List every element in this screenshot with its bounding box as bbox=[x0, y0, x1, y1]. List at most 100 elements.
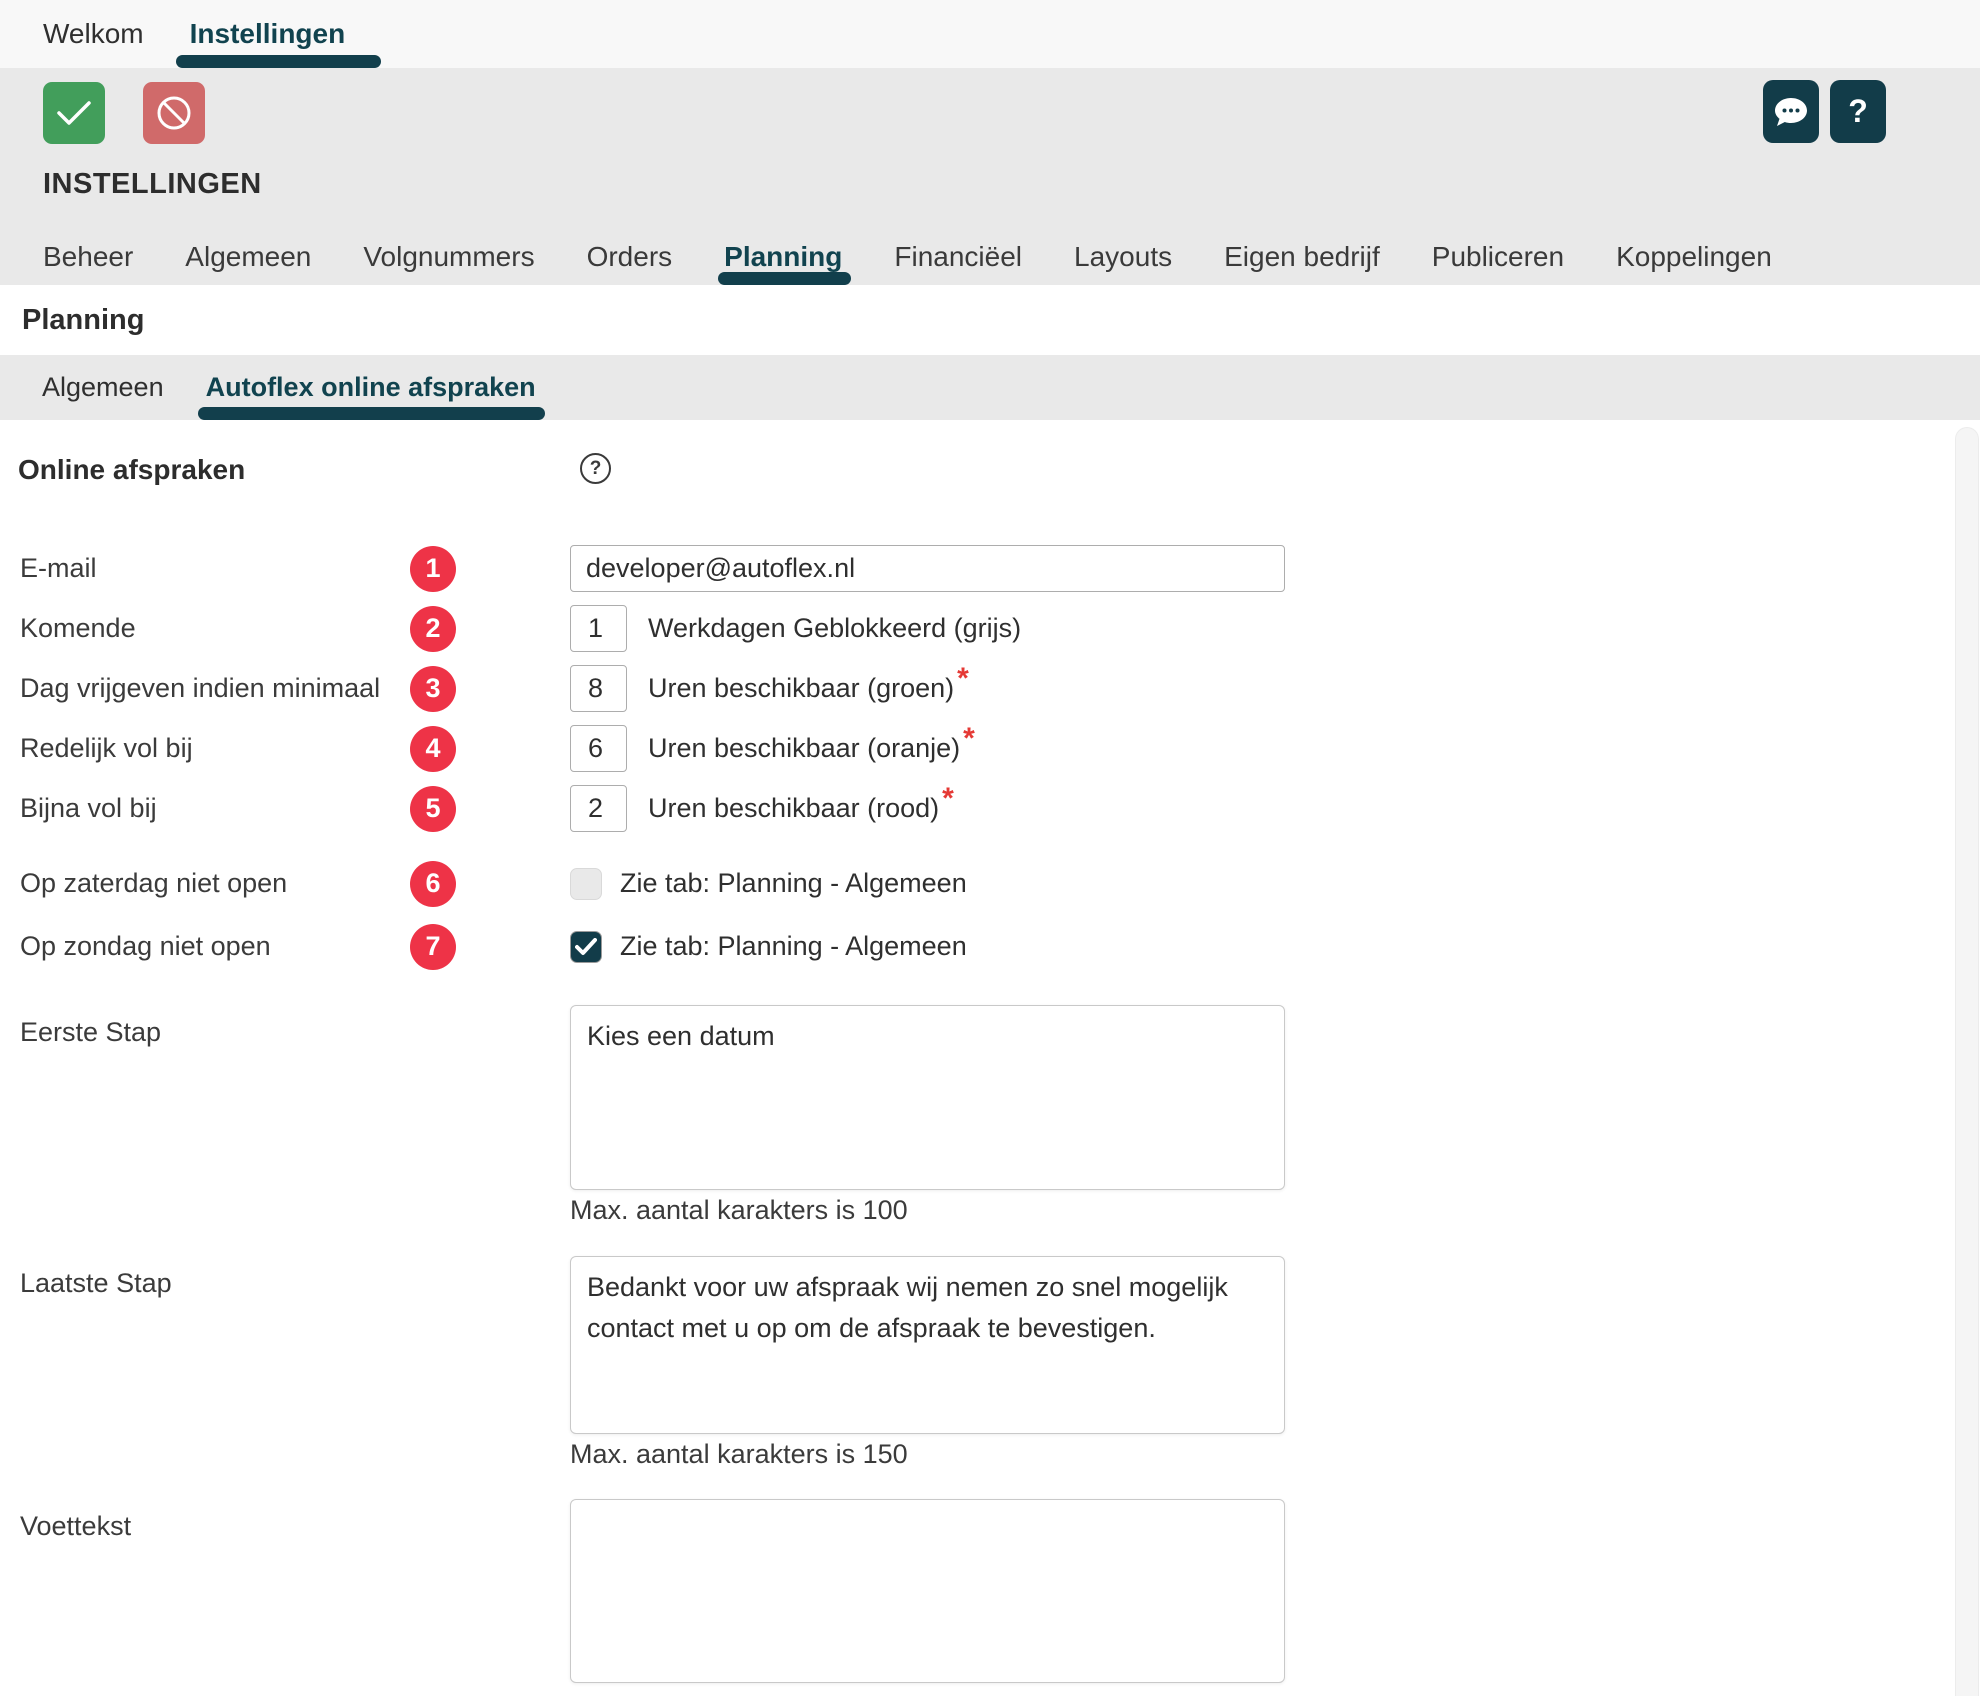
subtab-label: Algemeen bbox=[42, 372, 164, 403]
tab-welkom[interactable]: Welkom bbox=[43, 0, 144, 68]
chat-icon bbox=[1774, 96, 1808, 128]
step-badge-4: 4 bbox=[410, 726, 456, 772]
redelijk-vol-label: Redelijk vol bij bbox=[20, 733, 410, 764]
bijna-vol-row: Bijna vol bij 5 Uren beschikbaar (rood) … bbox=[0, 785, 1980, 832]
rood-uren-input[interactable] bbox=[570, 785, 627, 832]
email-row: E-mail 1 bbox=[0, 545, 1980, 592]
tab-orders[interactable]: Orders bbox=[587, 229, 673, 285]
cancel-button[interactable] bbox=[143, 82, 205, 144]
tab-beheer[interactable]: Beheer bbox=[43, 229, 133, 285]
subtab-label: Autoflex online afspraken bbox=[206, 372, 536, 403]
check-icon bbox=[57, 100, 91, 126]
tab-label: Planning bbox=[724, 241, 842, 273]
app-window: Welkom Instellingen bbox=[0, 0, 1980, 1696]
tab-layouts[interactable]: Layouts bbox=[1074, 229, 1172, 285]
help-button[interactable]: ? bbox=[1830, 80, 1886, 143]
laatste-stap-row: Laatste Stap Bedankt voor uw afspraak wi… bbox=[0, 1256, 1980, 1473]
window-tab-bar: Welkom Instellingen bbox=[0, 0, 1980, 68]
tab-volgnummers[interactable]: Volgnummers bbox=[363, 229, 534, 285]
active-subtab-underline bbox=[198, 407, 545, 420]
question-mark-icon: ? bbox=[1848, 93, 1868, 130]
zondag-checkbox[interactable] bbox=[570, 931, 602, 963]
voettekst-row: Voettekst bbox=[0, 1499, 1980, 1683]
laatste-stap-helper: Max. aantal karakters is 150 bbox=[570, 1439, 1285, 1473]
subtab-autoflex-online-afspraken[interactable]: Autoflex online afspraken bbox=[206, 355, 536, 420]
step-badge-1: 1 bbox=[410, 546, 456, 592]
groen-uren-input[interactable] bbox=[570, 665, 627, 712]
redelijk-vol-row: Redelijk vol bij 4 Uren beschikbaar (ora… bbox=[0, 725, 1980, 772]
confirm-button[interactable] bbox=[43, 82, 105, 144]
section-header: Planning bbox=[0, 285, 1980, 355]
rood-suffix: Uren beschikbaar (rood) bbox=[648, 793, 939, 824]
block-icon bbox=[156, 95, 192, 131]
toolbar: ? INSTELLINGEN Beheer Algemeen Volgnumme… bbox=[0, 68, 1980, 285]
tab-label: Publiceren bbox=[1432, 241, 1564, 273]
zondag-suffix: Zie tab: Planning - Algemeen bbox=[620, 931, 967, 962]
subtab-algemeen[interactable]: Algemeen bbox=[42, 355, 164, 420]
email-input[interactable] bbox=[570, 545, 1285, 592]
voettekst-label: Voettekst bbox=[20, 1499, 410, 1542]
tab-instellingen-label: Instellingen bbox=[190, 18, 346, 50]
tab-instellingen[interactable]: Instellingen bbox=[190, 0, 346, 68]
tab-eigen-bedrijf[interactable]: Eigen bedrijf bbox=[1224, 229, 1380, 285]
tab-planning[interactable]: Planning bbox=[724, 229, 842, 285]
required-asterisk: * bbox=[963, 722, 975, 756]
feedback-button[interactable] bbox=[1763, 80, 1819, 143]
email-label: E-mail bbox=[20, 553, 410, 584]
required-asterisk: * bbox=[942, 782, 954, 816]
planning-sub-tab-bar: Algemeen Autoflex online afspraken bbox=[0, 355, 1980, 420]
komende-suffix: Werkdagen Geblokkeerd (grijs) bbox=[648, 613, 1021, 644]
vertical-scrollbar-track bbox=[1953, 420, 1980, 1696]
komende-input[interactable] bbox=[570, 605, 627, 652]
required-asterisk: * bbox=[957, 662, 969, 696]
panel-title: Online afspraken bbox=[18, 454, 245, 486]
eerste-stap-label: Eerste Stap bbox=[20, 1005, 410, 1048]
vertical-scrollbar-thumb[interactable] bbox=[1955, 427, 1979, 1696]
zondag-label: Op zondag niet open bbox=[20, 931, 410, 962]
tab-koppelingen[interactable]: Koppelingen bbox=[1616, 229, 1772, 285]
tab-algemeen[interactable]: Algemeen bbox=[185, 229, 311, 285]
active-tab-underline bbox=[176, 55, 382, 68]
section-title: Planning bbox=[22, 304, 144, 337]
komende-label: Komende bbox=[20, 613, 410, 644]
eerste-stap-row: Eerste Stap Kies een datum Max. aantal k… bbox=[0, 1005, 1980, 1229]
eerste-stap-textarea[interactable]: Kies een datum bbox=[570, 1005, 1285, 1190]
panel-header: Online afspraken ? bbox=[0, 450, 1980, 490]
step-badge-5: 5 bbox=[410, 786, 456, 832]
tab-label: Layouts bbox=[1074, 241, 1172, 273]
help-glyph: ? bbox=[590, 458, 602, 480]
zaterdag-checkbox[interactable] bbox=[570, 868, 602, 900]
tab-financieel[interactable]: Financiëel bbox=[894, 229, 1022, 285]
step-badge-6: 6 bbox=[410, 861, 456, 907]
eerste-stap-helper: Max. aantal karakters is 100 bbox=[570, 1195, 1285, 1229]
komende-row: Komende 2 Werkdagen Geblokkeerd (grijs) bbox=[0, 605, 1980, 652]
action-buttons bbox=[43, 82, 1980, 144]
oranje-suffix: Uren beschikbaar (oranje) bbox=[648, 733, 960, 764]
zaterdag-row: Op zaterdag niet open 6 Zie tab: Plannin… bbox=[0, 860, 1980, 907]
step-badge-7: 7 bbox=[410, 924, 456, 970]
tab-label: Beheer bbox=[43, 241, 133, 273]
laatste-stap-textarea[interactable]: Bedankt voor uw afspraak wij nemen zo sn… bbox=[570, 1256, 1285, 1434]
settings-tab-bar: Beheer Algemeen Volgnummers Orders Plann… bbox=[43, 229, 1772, 285]
step-badge-3: 3 bbox=[410, 666, 456, 712]
step-badge-2: 2 bbox=[410, 606, 456, 652]
dag-vrijgeven-label: Dag vrijgeven indien minimaal bbox=[20, 673, 410, 704]
tab-welkom-label: Welkom bbox=[43, 18, 144, 50]
help-icon[interactable]: ? bbox=[580, 453, 611, 484]
tab-label: Koppelingen bbox=[1616, 241, 1772, 273]
tab-label: Orders bbox=[587, 241, 673, 273]
page-title: INSTELLINGEN bbox=[43, 168, 1980, 201]
groen-suffix: Uren beschikbaar (groen) bbox=[648, 673, 954, 704]
check-icon bbox=[575, 938, 597, 956]
active-tab-underline bbox=[718, 272, 851, 285]
oranje-uren-input[interactable] bbox=[570, 725, 627, 772]
tab-label: Volgnummers bbox=[363, 241, 534, 273]
dag-vrijgeven-row: Dag vrijgeven indien minimaal 3 Uren bes… bbox=[0, 665, 1980, 712]
laatste-stap-label: Laatste Stap bbox=[20, 1256, 410, 1299]
zondag-row: Op zondag niet open 7 Zie tab: Planning … bbox=[0, 923, 1980, 970]
tab-label: Financiëel bbox=[894, 241, 1022, 273]
voettekst-textarea[interactable] bbox=[570, 1499, 1285, 1683]
zaterdag-suffix: Zie tab: Planning - Algemeen bbox=[620, 868, 967, 899]
tab-label: Algemeen bbox=[185, 241, 311, 273]
tab-publiceren[interactable]: Publiceren bbox=[1432, 229, 1564, 285]
